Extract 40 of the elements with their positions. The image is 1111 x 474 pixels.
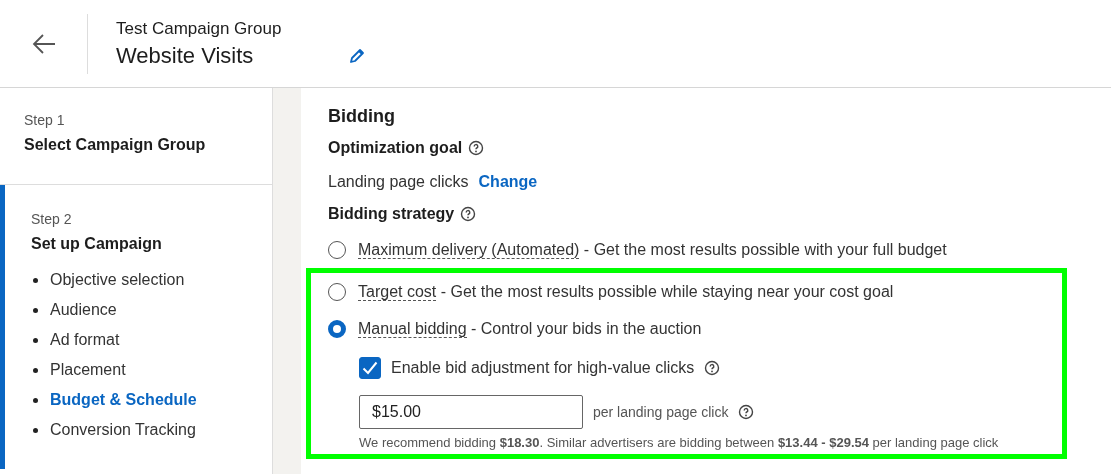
bullet-icon [33,307,38,313]
step-title: Select Campaign Group [24,136,207,154]
radio-button[interactable] [328,240,346,259]
section-title: Bidding [328,106,396,127]
step-item[interactable]: Objective selection [50,271,185,289]
campaign-name: Website Visits [116,42,254,69]
help-icon[interactable] [738,404,755,420]
step-title: Set up Campaign [31,235,163,253]
recommendation-text: We recommend bidding $18.30. Similar advertisers are bidding between $13.44 - $29.54 per landing page click [359,435,1000,450]
bullet-icon [33,427,38,433]
help-icon[interactable] [460,206,477,222]
radio-button[interactable] [328,319,346,338]
radio-button[interactable] [328,282,346,301]
option-label: Maximum delivery (Automated) - Get the most results possible with your full budget [358,240,947,259]
change-link[interactable]: Change [478,173,538,191]
campaign-group-name: Test Campaign Group [116,18,283,39]
back-arrow-icon [31,33,56,54]
option-label: Target cost - Get the most results possible while staying near your cost goal [358,282,894,301]
option-label: Manual bidding - Control your bids in the auction [358,319,702,338]
bullet-icon [33,277,38,283]
step-item[interactable]: Audience [50,301,117,319]
goal-value: Landing page clicks [328,173,469,191]
step-number: Step 2 [31,211,73,227]
bullet-icon [33,337,38,343]
unit-label: per landing page click [593,404,729,420]
step-item[interactable]: Ad format [50,331,120,349]
step-item[interactable]: Budget & Schedule [50,391,197,409]
bullet-icon [33,367,38,373]
step-item[interactable]: Placement [50,361,126,379]
step-item[interactable]: Conversion Tracking [50,421,196,439]
field-label: Bidding strategy [328,205,455,223]
pencil-icon[interactable] [349,47,366,64]
field-label: Optimization goal [328,139,463,157]
help-icon[interactable] [704,360,721,376]
bullet-icon [33,397,38,403]
checkbox-label: Enable bid adjustment for high-value clicks [391,359,695,377]
checkbox[interactable] [359,357,381,379]
step-number: Step 1 [24,112,66,128]
bid-input-field[interactable]: $15.00 [359,395,583,429]
help-icon[interactable] [468,140,485,156]
